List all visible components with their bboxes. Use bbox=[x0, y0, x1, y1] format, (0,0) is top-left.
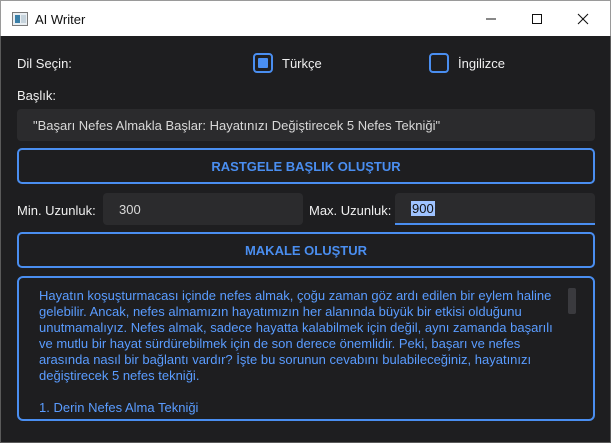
maximize-icon bbox=[532, 14, 542, 24]
window-title: AI Writer bbox=[35, 12, 86, 27]
generate-article-button[interactable]: MAKALE OLUŞTUR bbox=[17, 232, 595, 268]
title-input-value: "Başarı Nefes Almakla Başlar: Hayatınızı… bbox=[33, 117, 441, 133]
english-checkbox[interactable] bbox=[429, 53, 449, 73]
turkish-checkbox[interactable] bbox=[253, 53, 273, 73]
article-textbox[interactable]: Hayatın koşuşturmacası içinde nefes alma… bbox=[17, 276, 595, 421]
title-bar: AI Writer bbox=[0, 0, 611, 36]
main-window: Dil Seçin: Türkçe İngilizce Başlık: "Baş… bbox=[0, 36, 611, 443]
max-length-input[interactable]: 900 bbox=[395, 193, 595, 225]
english-label[interactable]: İngilizce bbox=[458, 56, 505, 71]
minimize-button[interactable] bbox=[468, 1, 514, 37]
app-icon bbox=[12, 12, 28, 26]
close-icon bbox=[577, 13, 589, 25]
language-label: Dil Seçin: bbox=[17, 56, 72, 71]
article-scrollbar[interactable] bbox=[568, 288, 576, 314]
max-length-value: 900 bbox=[411, 200, 435, 216]
article-section-heading: 1. Derin Nefes Alma Tekniği bbox=[39, 400, 199, 415]
title-label: Başlık: bbox=[17, 88, 57, 103]
random-title-button[interactable]: RASTGELE BAŞLIK OLUŞTUR bbox=[17, 148, 595, 184]
minimize-icon bbox=[486, 18, 496, 20]
min-length-value: 300 bbox=[119, 201, 141, 217]
article-paragraph: Hayatın koşuşturmacası içinde nefes alma… bbox=[39, 288, 557, 383]
title-input[interactable]: "Başarı Nefes Almakla Başlar: Hayatınızı… bbox=[17, 109, 595, 141]
max-length-label: Max. Uzunluk: bbox=[309, 203, 392, 218]
turkish-label[interactable]: Türkçe bbox=[282, 56, 322, 71]
close-button[interactable] bbox=[560, 1, 606, 37]
min-length-input[interactable]: 300 bbox=[103, 193, 303, 225]
min-length-label: Min. Uzunluk: bbox=[17, 203, 96, 218]
maximize-button[interactable] bbox=[514, 1, 560, 37]
